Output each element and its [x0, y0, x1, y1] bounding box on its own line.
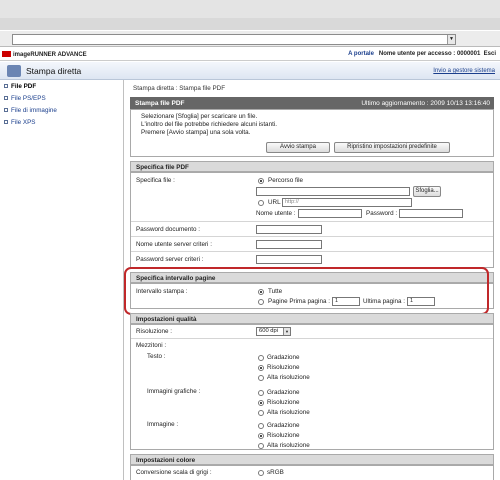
start-print-button[interactable]: Avvio stampa [266, 142, 330, 153]
sidebar-item-label: File PS/EPS [11, 95, 46, 102]
bullet-icon [4, 120, 8, 124]
path-option-label: Percorso file [268, 177, 303, 184]
browser-toolbar-strip [0, 18, 500, 30]
option-label: Gradazione [267, 389, 300, 396]
path-radio[interactable] [258, 178, 264, 184]
app-header: imageRUNNER ADVANCE A portale Nome utent… [0, 48, 500, 61]
url-input[interactable]: http:// [282, 198, 412, 207]
sidebar-item-label: File di immagine [11, 107, 57, 114]
username-label: Nome utente : [256, 210, 296, 217]
bullet-icon [4, 108, 8, 112]
bullet-icon [4, 84, 8, 88]
sidebar-item-ps-eps[interactable]: File PS/EPS [4, 95, 46, 102]
option-label: Alta risoluzione [267, 409, 310, 416]
server-password-input[interactable] [256, 255, 322, 264]
printer-icon [7, 65, 21, 77]
option-label: Alta risoluzione [267, 374, 310, 381]
address-bar: ▼ [0, 31, 500, 47]
chevron-down-icon: ▼ [283, 328, 290, 335]
halftone-group-label: Immagine : [147, 421, 179, 428]
bullet-icon [4, 96, 8, 100]
image-resolution-radio[interactable] [258, 433, 264, 439]
resolution-value: 600 dpi [259, 328, 279, 334]
address-dropdown-icon[interactable]: ▼ [447, 35, 455, 44]
option-label: Risoluzione [267, 399, 300, 406]
sidebar: File PDF File PS/EPS File di immagine Fi… [0, 80, 124, 480]
username-input[interactable] [298, 209, 362, 218]
product-name: imageRUNNER ADVANCE [13, 52, 87, 58]
page-title: Stampa diretta [26, 66, 82, 76]
instruction-line: Premere [Avvio stampa] una sola volta. [141, 129, 251, 136]
sidebar-item-label: File PDF [11, 83, 37, 90]
file-spec-label: Specifica file : [136, 177, 175, 184]
sidebar-item-label: File XPS [11, 119, 36, 126]
page-titlebar: Stampa diretta Invio a gestore sistema [0, 62, 500, 80]
highlight-frame [124, 267, 489, 315]
quality-heading: Impostazioni qualità [130, 313, 494, 324]
address-input[interactable] [12, 34, 456, 45]
server-user-label: Nome utente server criteri : [136, 241, 212, 248]
server-user-input[interactable] [256, 240, 322, 249]
doc-password-label: Password documento : [136, 226, 201, 233]
server-password-label: Password server criteri : [136, 256, 204, 263]
browse-button[interactable]: Sfoglia... [413, 186, 441, 197]
text-resolution-radio[interactable] [258, 365, 264, 371]
portal-link[interactable]: A portale [348, 51, 374, 57]
print-panel-header: Stampa file PDF Ultimo aggiornamento : 2… [130, 97, 494, 109]
option-label: Alta risoluzione [267, 442, 310, 449]
color-heading: Impostazioni colore [130, 454, 494, 465]
sidebar-item-pdf[interactable]: File PDF [4, 83, 36, 90]
doc-password-input[interactable] [256, 225, 322, 234]
file-spec-heading: Specifica file PDF [130, 161, 494, 172]
option-label: Gradazione [267, 354, 300, 361]
print-panel-title: Stampa file PDF [135, 100, 185, 107]
system-manager-link[interactable]: Invio a gestore sistema [433, 68, 495, 74]
quality-body [130, 324, 494, 450]
image-high-resolution-radio[interactable] [258, 443, 264, 449]
url-option-label: URL [268, 199, 281, 206]
option-label: Gradazione [267, 422, 300, 429]
graphics-high-resolution-radio[interactable] [258, 410, 264, 416]
halftone-label: Mezzitoni : [136, 342, 167, 349]
user-label: Nome utente per accesso : 0000001 [378, 51, 481, 57]
separator [131, 338, 493, 339]
last-updated: Ultimo aggiornamento : 2009 10/13 13:16:… [361, 100, 490, 107]
srgb-option-label: sRGB [267, 469, 284, 476]
file-path-input[interactable] [256, 187, 410, 196]
resolution-select[interactable]: 600 dpi ▼ [256, 327, 291, 336]
password-input[interactable] [399, 209, 463, 218]
sidebar-item-xps[interactable]: File XPS [4, 119, 36, 126]
option-label: Risoluzione [267, 432, 300, 439]
grayscale-label: Conversione scala di grigi : [136, 469, 212, 476]
separator [131, 236, 493, 237]
text-high-resolution-radio[interactable] [258, 375, 264, 381]
product-logo: imageRUNNER ADVANCE [2, 51, 87, 58]
graphics-resolution-radio[interactable] [258, 400, 264, 406]
image-gradation-radio[interactable] [258, 423, 264, 429]
resolution-label: Risoluzione : [136, 328, 173, 335]
instruction-line: L'inoltro del file potrebbe richiedere a… [141, 121, 277, 128]
separator [131, 251, 493, 252]
halftone-group-label: Testo : [147, 353, 166, 360]
sidebar-item-image[interactable]: File di immagine [4, 107, 57, 114]
instruction-line: Selezionare [Sfoglia] per scaricare un f… [141, 113, 258, 120]
option-label: Risoluzione [267, 364, 300, 371]
breadcrumb: Stampa diretta : Stampa file PDF [133, 85, 226, 92]
srgb-radio[interactable] [258, 470, 264, 476]
header-user-area: A portale Nome utente per accesso : 0000… [348, 51, 496, 57]
text-gradation-radio[interactable] [258, 355, 264, 361]
browser-toolbar [0, 0, 500, 30]
halftone-group-label: Immagini grafiche : [147, 388, 201, 395]
canon-logo-icon [2, 51, 11, 57]
separator [131, 221, 493, 222]
graphics-gradation-radio[interactable] [258, 390, 264, 396]
logout-link[interactable]: Esci [484, 51, 496, 57]
url-radio[interactable] [258, 200, 264, 206]
password-label: Password : [366, 210, 398, 217]
restore-defaults-button[interactable]: Ripristino impostazioni predefinite [334, 142, 450, 153]
